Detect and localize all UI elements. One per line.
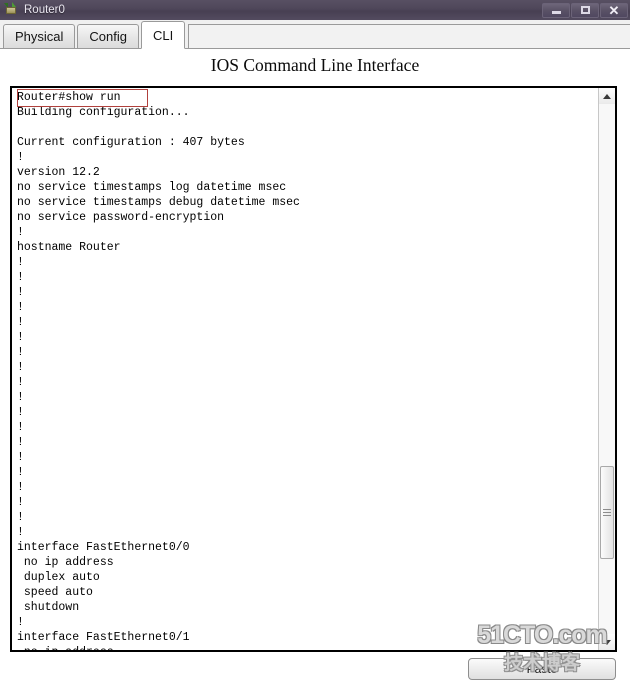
- terminal-line: !: [17, 256, 24, 269]
- terminal-line: !: [17, 406, 24, 419]
- terminal-line: !: [17, 436, 24, 449]
- window-titlebar: Router0 ✕: [0, 0, 630, 20]
- close-icon: ✕: [608, 2, 620, 18]
- terminal-line: !: [17, 511, 24, 524]
- minimize-button[interactable]: [542, 2, 570, 18]
- router-icon: [3, 2, 19, 18]
- terminal-line: hostname Router: [17, 241, 121, 254]
- scrollbar-thumb[interactable]: [600, 466, 614, 559]
- terminal-line: !: [17, 331, 24, 344]
- maximize-button[interactable]: [571, 2, 599, 18]
- window-controls: ✕: [541, 1, 628, 19]
- scrollbar-grip-icon: [603, 507, 611, 518]
- terminal-line: !: [17, 526, 24, 539]
- tab-strip: Physical Config CLI: [0, 20, 630, 49]
- terminal-line: Building configuration...: [17, 106, 190, 119]
- tab-cli[interactable]: CLI: [141, 21, 186, 49]
- terminal-line: !: [17, 466, 24, 479]
- tab-config[interactable]: Config: [77, 24, 139, 48]
- page-title: IOS Command Line Interface: [210, 54, 420, 75]
- terminal-line: no service timestamps log datetime msec: [17, 181, 287, 194]
- terminal-line: !: [17, 316, 24, 329]
- terminal-line: !: [17, 226, 24, 239]
- terminal-line: !: [17, 421, 24, 434]
- scroll-down-arrow-icon[interactable]: [599, 634, 615, 650]
- terminal-line: no service password-encryption: [17, 211, 225, 224]
- scroll-up-arrow-icon[interactable]: [599, 88, 615, 104]
- terminal-line: Current configuration : 407 bytes: [17, 136, 245, 149]
- terminal-line: no service timestamps debug datetime mse…: [17, 196, 300, 209]
- close-button[interactable]: ✕: [600, 2, 628, 18]
- cli-terminal: Router#show run Building configuration...…: [10, 86, 617, 652]
- terminal-line: !: [17, 376, 24, 389]
- bottom-bar: Paste: [0, 652, 630, 700]
- cli-output-area[interactable]: Router#show run Building configuration...…: [12, 88, 598, 650]
- terminal-line: !: [17, 361, 24, 374]
- terminal-line: !: [17, 286, 24, 299]
- terminal-line: interface FastEthernet0/0: [17, 541, 190, 554]
- terminal-line: Router#show run: [17, 91, 121, 104]
- tab-physical[interactable]: Physical: [3, 24, 76, 48]
- terminal-line: !: [17, 451, 24, 464]
- terminal-line: no ip address: [17, 556, 114, 569]
- terminal-line: !: [17, 616, 24, 629]
- terminal-line: !: [17, 301, 24, 314]
- maximize-icon: [580, 6, 590, 14]
- terminal-line: speed auto: [17, 586, 93, 599]
- terminal-line: version 12.2: [17, 166, 100, 179]
- terminal-line: !: [17, 271, 24, 284]
- terminal-line: interface FastEthernet0/1: [17, 631, 190, 644]
- terminal-line: no ip address: [17, 645, 598, 650]
- terminal-line: !: [17, 391, 24, 404]
- terminal-line: !: [17, 151, 24, 164]
- cli-scrollbar[interactable]: [598, 88, 615, 650]
- terminal-line: !: [17, 346, 24, 359]
- page-header: IOS Command Line Interface: [0, 49, 630, 81]
- terminal-line: !: [17, 481, 24, 494]
- terminal-line: shutdown: [17, 601, 80, 614]
- minimize-icon: [551, 10, 561, 14]
- window-title: Router0: [24, 4, 65, 16]
- paste-button[interactable]: Paste: [468, 658, 616, 680]
- tab-strip-filler: [188, 24, 630, 48]
- terminal-line: !: [17, 496, 24, 509]
- terminal-line: duplex auto: [17, 571, 100, 584]
